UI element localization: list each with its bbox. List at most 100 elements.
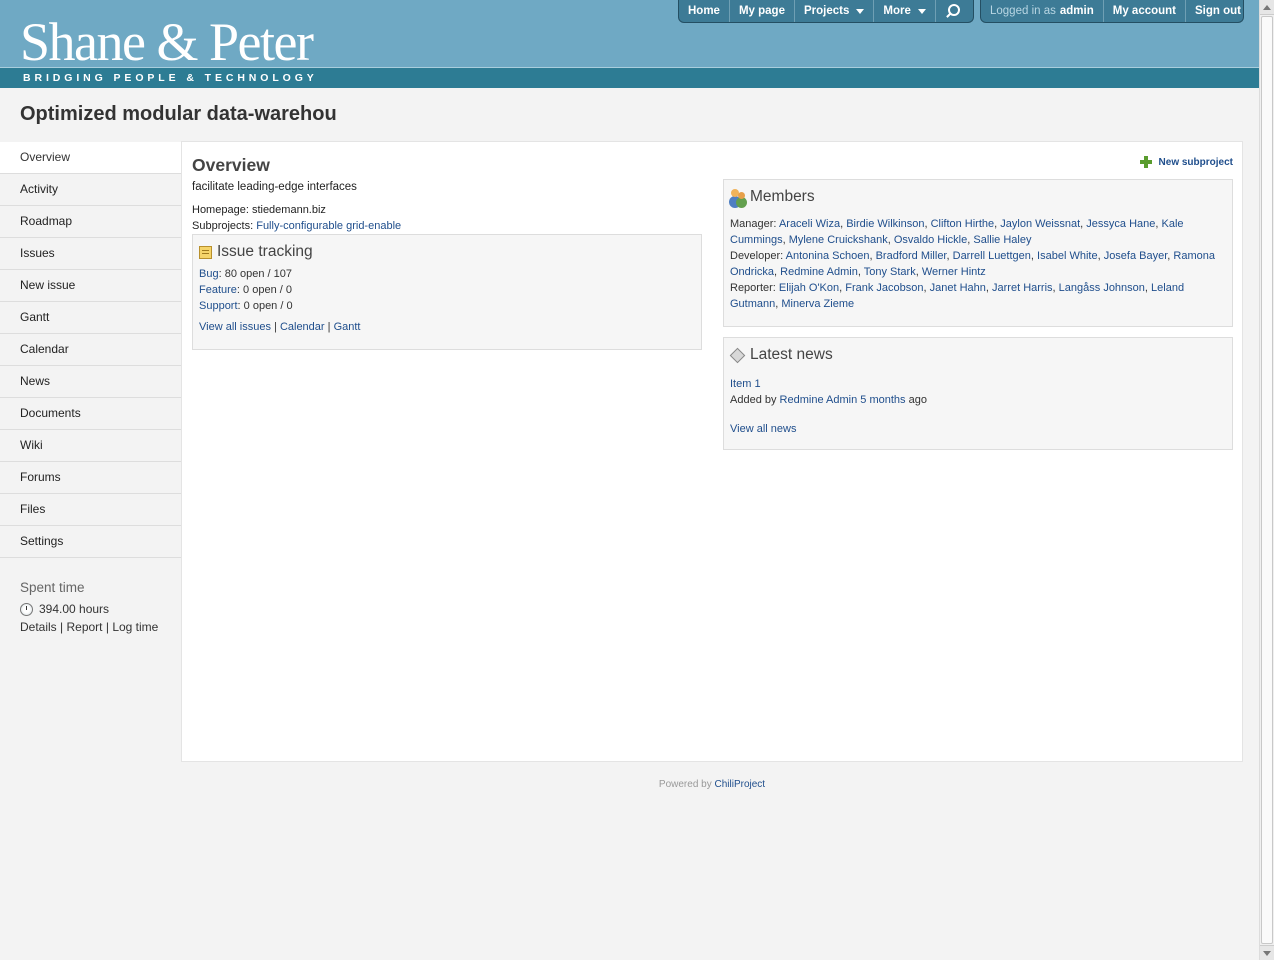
member-link[interactable]: Langåss Johnson: [1059, 282, 1145, 294]
member-link[interactable]: Jessyca Hane: [1086, 218, 1155, 230]
menu-activity[interactable]: Activity: [0, 174, 181, 206]
tracker-feature-counts: 0 open / 0: [243, 284, 292, 296]
members-role-row: Developer: Antonina Schoen, Bradford Mil…: [730, 250, 1215, 278]
spent-hours-value: 394.00 hours: [39, 602, 110, 616]
member-link[interactable]: Osvaldo Hickle: [894, 234, 967, 246]
report-link[interactable]: Report: [66, 620, 102, 634]
news-item-link[interactable]: Item 1: [730, 378, 761, 390]
nav-my-page[interactable]: My page: [730, 0, 795, 22]
members-icon: [730, 189, 746, 205]
project-title: Optimized modular data-warehou: [20, 103, 337, 125]
members-box: Members Manager: Araceli Wiza, Birdie Wi…: [723, 179, 1233, 327]
issue-links: View all issues | Calendar | Gantt: [199, 321, 361, 333]
scroll-thumb[interactable]: [1261, 16, 1273, 944]
my-account-link[interactable]: My account: [1104, 0, 1187, 22]
member-link[interactable]: Redmine Admin: [780, 266, 858, 278]
menu-files[interactable]: Files: [0, 494, 181, 526]
nav-projects-label: Projects: [803, 4, 850, 17]
member-link[interactable]: Werner Hintz: [922, 266, 986, 278]
tracker-list: Bug: 80 open / 107 Feature: 0 open / 0 S…: [199, 266, 695, 314]
news-author-link[interactable]: Redmine Admin: [780, 394, 858, 406]
menu-calendar[interactable]: Calendar: [0, 334, 181, 366]
role-label: Reporter:: [730, 282, 776, 294]
member-link[interactable]: Birdie Wilkinson: [846, 218, 924, 230]
nav-more-dropdown[interactable]: More: [874, 0, 936, 22]
homepage-label: Homepage:: [192, 204, 249, 216]
arrow-down-icon: [1263, 951, 1271, 956]
menu-documents[interactable]: Documents: [0, 398, 181, 430]
members-role-row: Manager: Araceli Wiza, Birdie Wilkinson,…: [730, 218, 1184, 246]
calendar-link[interactable]: Calendar: [280, 321, 325, 333]
tracker-bug-link[interactable]: Bug: [199, 268, 219, 280]
member-link[interactable]: Mylene Cruickshank: [789, 234, 888, 246]
member-link[interactable]: Elijah O'Kon: [779, 282, 839, 294]
tracker-support-link[interactable]: Support: [199, 300, 238, 312]
member-link[interactable]: Jarret Harris: [992, 282, 1053, 294]
member-link[interactable]: Janet Hahn: [930, 282, 986, 294]
news-added-by: Added by: [730, 394, 777, 406]
vertical-scrollbar[interactable]: [1259, 0, 1274, 960]
nav-home[interactable]: Home: [679, 0, 730, 22]
project-homepage: Homepage: stiedemann.biz: [192, 204, 326, 216]
chevron-down-icon: [856, 9, 865, 14]
brand-logo[interactable]: Shane & Peter: [20, 10, 314, 74]
add-icon: [1139, 156, 1152, 168]
nav-projects-dropdown[interactable]: Projects: [795, 0, 875, 22]
menu-wiki[interactable]: Wiki: [0, 430, 181, 462]
member-link[interactable]: Clifton Hirthe: [931, 218, 995, 230]
member-link[interactable]: Darrell Luettgen: [953, 250, 1031, 262]
tracker-row: Feature: 0 open / 0: [199, 284, 292, 296]
tracker-feature-link[interactable]: Feature: [199, 284, 237, 296]
details-link[interactable]: Details: [20, 620, 57, 634]
subproject-link[interactable]: Fully-configurable grid-enable: [256, 220, 401, 232]
member-link[interactable]: Josefa Bayer: [1104, 250, 1168, 262]
member-link[interactable]: Sallie Haley: [973, 234, 1031, 246]
latest-news-box: Latest news Item 1 Added by Redmine Admi…: [723, 337, 1233, 450]
menu-gantt[interactable]: Gantt: [0, 302, 181, 334]
menu-forums[interactable]: Forums: [0, 462, 181, 494]
nav-home-label: Home: [688, 4, 720, 17]
news-item: Item 1 Added by Redmine Admin 5 months a…: [730, 376, 1226, 408]
scroll-down-button[interactable]: [1260, 945, 1274, 960]
log-time-link[interactable]: Log time: [112, 620, 158, 634]
spent-time-title: Spent time: [20, 580, 85, 595]
news-tag-icon: [730, 348, 744, 362]
menu-issues[interactable]: Issues: [0, 238, 181, 270]
member-link[interactable]: Minerva Zieme: [781, 298, 854, 310]
news-time-link[interactable]: 5 months: [860, 394, 905, 406]
tracker-row: Bug: 80 open / 107: [199, 268, 292, 280]
my-account-label: My account: [1112, 4, 1177, 17]
chiliproject-link[interactable]: ChiliProject: [715, 779, 766, 790]
member-link[interactable]: Antonina Schoen: [786, 250, 870, 262]
member-link[interactable]: Araceli Wiza: [779, 218, 840, 230]
powered-by-label: Powered by: [658, 779, 712, 790]
view-all-issues-link[interactable]: View all issues: [199, 321, 271, 333]
scroll-up-button[interactable]: [1260, 0, 1274, 15]
menu-new-issue[interactable]: New issue: [0, 270, 181, 302]
view-all-news-link[interactable]: View all news: [730, 423, 796, 435]
subprojects-label: Subprojects:: [192, 220, 254, 232]
new-subproject-label: New subproject: [1158, 156, 1233, 168]
menu-news[interactable]: News: [0, 366, 181, 398]
member-link[interactable]: Frank Jacobson: [845, 282, 923, 294]
issue-tracking-title: Issue tracking: [217, 243, 313, 260]
member-link[interactable]: Jaylon Weissnat: [1000, 218, 1080, 230]
new-subproject-link[interactable]: New subproject: [1139, 156, 1233, 168]
chevron-down-icon: [917, 9, 926, 14]
homepage-value: stiedemann.biz: [251, 204, 326, 216]
brand-tagline: BRIDGING PEOPLE & TECHNOLOGY: [23, 72, 318, 84]
logged-in-username[interactable]: admin: [1060, 1, 1094, 22]
menu-settings[interactable]: Settings: [0, 526, 181, 558]
menu-roadmap[interactable]: Roadmap: [0, 206, 181, 238]
member-link[interactable]: Isabel White: [1037, 250, 1098, 262]
gantt-link[interactable]: Gantt: [334, 321, 361, 333]
search-button[interactable]: [936, 0, 968, 22]
issue-tracking-box: Issue tracking Bug: 80 open / 107 Featur…: [192, 234, 702, 350]
sign-out-link[interactable]: Sign out: [1186, 0, 1243, 22]
member-link[interactable]: Tony Stark: [864, 266, 916, 278]
spent-time-hours: 394.00 hours: [20, 602, 180, 616]
project-description: facilitate leading-edge interfaces: [192, 181, 357, 193]
member-link[interactable]: Bradford Miller: [876, 250, 947, 262]
menu-overview[interactable]: Overview: [0, 142, 181, 174]
members-title: Members: [750, 188, 815, 205]
